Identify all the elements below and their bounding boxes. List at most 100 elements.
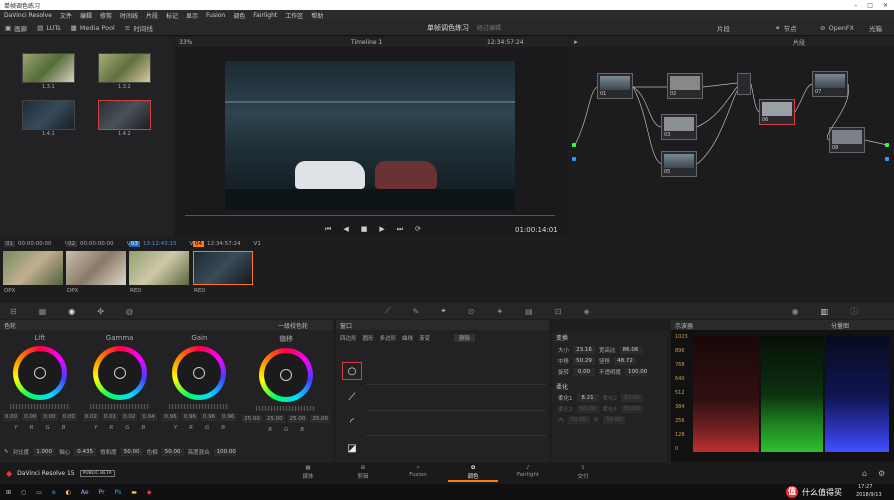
minimize-icon[interactable]: –	[854, 2, 857, 9]
linear-window-icon[interactable]: ⟋	[342, 388, 362, 406]
openfx-button[interactable]: ⊘ OpenFX	[815, 24, 859, 32]
aspect-field[interactable]: 86.06	[619, 346, 642, 354]
inside-field[interactable]: 50.00	[567, 416, 590, 424]
input-dot[interactable]	[572, 143, 576, 147]
soft2-field[interactable]: 50.00	[621, 394, 643, 402]
opacity-field[interactable]: 100.00	[625, 368, 647, 376]
eyedropper-icon[interactable]: ✎	[4, 449, 9, 455]
3d-icon[interactable]: ◈	[583, 307, 589, 316]
tool-rectangle[interactable]: 四边形	[340, 334, 357, 342]
color-wheels-icon[interactable]: ◉	[68, 307, 75, 316]
pivot-field[interactable]: 0.435	[74, 448, 97, 456]
resolve-taskbar-icon[interactable]: ◆	[147, 489, 152, 496]
menu-item[interactable]: 工作区	[285, 11, 303, 20]
page-fusion[interactable]: ✧ Fusion	[393, 465, 443, 482]
nodes-button[interactable]: ⚭ 节点	[770, 23, 801, 33]
still-thumbnail-selected[interactable]	[98, 100, 151, 130]
rgb-mixer-icon[interactable]: ✤	[97, 307, 104, 316]
info-icon[interactable]: ⓘ	[850, 306, 858, 317]
clip-thumbnail[interactable]	[66, 251, 126, 285]
page-edit[interactable]: ⊞ 剪辑	[338, 465, 388, 482]
soft1-field[interactable]: 8.21	[576, 394, 599, 402]
soft4-field[interactable]: 50.00	[621, 405, 643, 413]
gallery-button[interactable]: ▣ 画廊	[0, 23, 32, 33]
curve-window-icon[interactable]: ◜	[342, 413, 362, 431]
zoom-level[interactable]: 33%	[179, 39, 192, 46]
output-dot[interactable]	[885, 143, 889, 147]
clip-thumbnail-active[interactable]	[193, 251, 253, 285]
pan-field[interactable]: 50.29	[573, 357, 596, 365]
task-view-icon[interactable]: ▭	[36, 489, 42, 496]
scope-toggle-icon[interactable]: ◉	[792, 307, 799, 316]
offset-wheel[interactable]	[259, 348, 314, 402]
size-field[interactable]: 23.16	[573, 346, 596, 354]
rotate-field[interactable]: 0.00	[573, 368, 596, 376]
clip-button[interactable]: 片段	[712, 23, 735, 33]
delete-button[interactable]: 删除	[454, 334, 476, 342]
still-thumbnail[interactable]	[98, 53, 151, 83]
lift-wheel[interactable]	[12, 346, 67, 400]
gain-wheel[interactable]	[172, 346, 227, 400]
stop-icon[interactable]: ■	[361, 225, 368, 234]
luts-button[interactable]: ▤ LUTs	[32, 24, 66, 32]
blur-icon[interactable]: ✦	[496, 307, 503, 316]
menu-item[interactable]: 编辑	[80, 11, 92, 20]
still-thumbnail[interactable]	[22, 100, 75, 130]
menu-item[interactable]: 调色	[233, 11, 245, 20]
skip-end-icon[interactable]: ⏭	[397, 225, 403, 234]
alpha-input-dot[interactable]	[572, 157, 576, 161]
settings-icon[interactable]: ⚙	[878, 469, 885, 478]
maximize-icon[interactable]: □	[867, 2, 873, 9]
sizing-icon[interactable]: ⊡	[555, 307, 562, 316]
wheels-mode-select[interactable]: 一级校色轮	[278, 321, 308, 330]
circle-window-icon[interactable]: ○	[342, 362, 362, 380]
menu-item[interactable]: Fusion	[206, 12, 225, 19]
key-icon[interactable]: ▤	[525, 307, 533, 316]
still-thumbnail[interactable]	[22, 53, 75, 83]
alpha-output-dot[interactable]	[885, 157, 889, 161]
color-match-icon[interactable]: ▦	[39, 307, 47, 316]
menu-item[interactable]: 帮助	[311, 11, 323, 20]
offset-master-dial[interactable]	[256, 406, 317, 411]
skip-start-icon[interactable]: ⏮	[325, 225, 331, 234]
after-effects-icon[interactable]: Ae	[81, 489, 89, 496]
clip-thumbnail[interactable]	[3, 251, 63, 285]
reverse-play-icon[interactable]: ◀	[343, 225, 348, 234]
menu-item[interactable]: Fairlight	[253, 12, 277, 19]
tool-gradient[interactable]: 渐变	[419, 334, 430, 342]
gain-master-dial[interactable]	[169, 404, 230, 409]
photoshop-icon[interactable]: Ps	[115, 489, 122, 496]
lightbox-button[interactable]: 光箱	[864, 23, 887, 33]
timeline-button[interactable]: ≡ 时间线	[120, 23, 158, 33]
lift-master-dial[interactable]	[9, 404, 70, 409]
page-media[interactable]: ▦ 媒体	[283, 465, 333, 482]
explorer-icon[interactable]: ▬	[131, 489, 137, 496]
browser-icon[interactable]: ◐	[66, 489, 71, 496]
clip-thumbnail[interactable]	[129, 251, 189, 285]
tool-curve[interactable]: 曲线	[402, 334, 413, 342]
outside-field[interactable]: 50.00	[603, 416, 626, 424]
edge-icon[interactable]: e	[52, 489, 56, 496]
window-icon[interactable]: ⌖	[441, 306, 446, 316]
curves-icon[interactable]: ⟋	[385, 306, 391, 316]
tracker-icon[interactable]: ⊙	[468, 307, 475, 316]
premiere-icon[interactable]: Pr	[99, 489, 105, 496]
qualifier-icon[interactable]: ✎	[413, 307, 420, 316]
page-fairlight[interactable]: ♪ Fairlight	[503, 465, 553, 482]
media-pool-button[interactable]: ▦ Media Pool	[66, 24, 120, 32]
gamma-master-dial[interactable]	[89, 404, 150, 409]
tilt-field[interactable]: 48.72	[614, 357, 637, 365]
scope-mode-select[interactable]: 分量图	[831, 321, 849, 330]
waveform-icon[interactable]: ▥	[821, 307, 829, 316]
soft3-field[interactable]: 50.00	[576, 405, 599, 413]
menu-item[interactable]: DaVinci Resolve	[4, 12, 52, 19]
camera-raw-icon[interactable]: ⊟	[10, 307, 17, 316]
tool-circle[interactable]: 圆形	[363, 334, 374, 342]
loop-icon[interactable]: ⟳	[415, 225, 421, 234]
contrast-field[interactable]: 1.000	[33, 448, 56, 456]
scrubber-bar[interactable]	[185, 215, 555, 216]
start-icon[interactable]: ⊞	[6, 489, 11, 496]
gradient-window-icon[interactable]: ◪	[342, 439, 362, 457]
play-icon[interactable]: ▶	[379, 225, 384, 234]
home-icon[interactable]: ⌂	[862, 469, 867, 478]
